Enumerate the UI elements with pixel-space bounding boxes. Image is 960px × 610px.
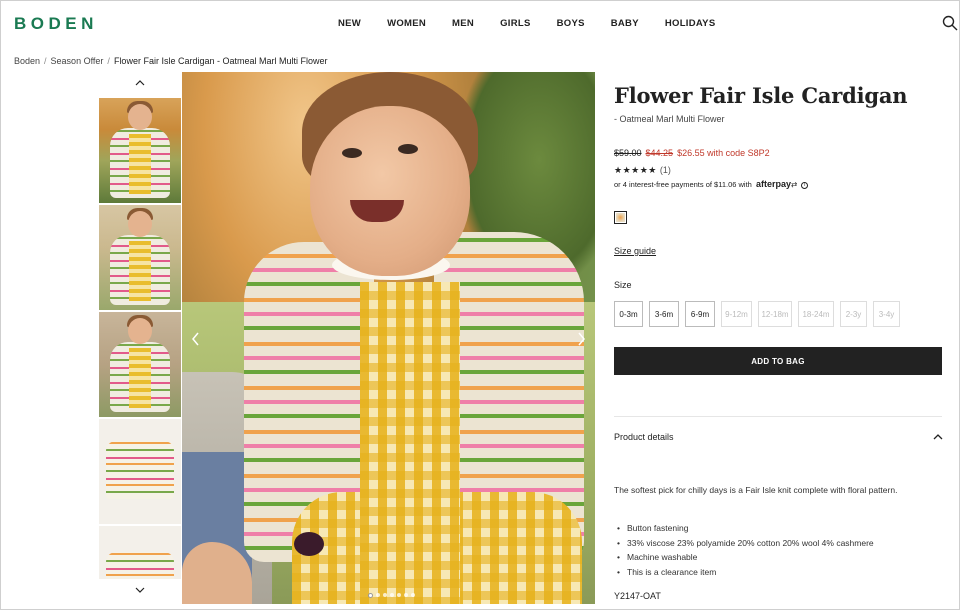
afterpay-arrows-icon: ⇄ — [790, 180, 798, 189]
pagination-dot[interactable] — [376, 593, 380, 597]
size-option-6-9m[interactable]: 6-9m — [685, 301, 715, 327]
product-color-name: - Oatmeal Marl Multi Flower — [614, 114, 725, 124]
size-option-3-6m[interactable]: 3-6m — [649, 301, 679, 327]
rating-stars: ★★★★★ — [614, 165, 657, 175]
thumbnail-scroll-up-icon[interactable] — [134, 78, 146, 88]
product-code: Y2147-OAT — [614, 591, 661, 601]
size-option-12-18m[interactable]: 12-18m — [758, 301, 792, 327]
pagination-dot[interactable] — [397, 593, 401, 597]
boden-logo[interactable]: BODEN — [14, 14, 98, 34]
breadcrumb-separator: / — [107, 56, 110, 66]
afterpay-row: or 4 interest-free payments of $11.06 wi… — [614, 179, 809, 189]
product-description: The softest pick for chilly days is a Fa… — [614, 485, 898, 495]
site-header: BODEN NEW WOMEN MEN GIRLS BOYS BABY HOLI… — [1, 1, 960, 45]
pagination-dot[interactable] — [383, 593, 387, 597]
nav-item-holidays[interactable]: HOLIDAYS — [665, 18, 716, 29]
breadcrumb-link-boden[interactable]: Boden — [14, 56, 40, 66]
size-option-9-12m[interactable]: 9-12m — [721, 301, 752, 327]
next-image-arrow-icon[interactable] — [575, 331, 587, 347]
afterpay-text: or 4 interest-free payments of $11.06 wi… — [614, 180, 752, 189]
main-product-image[interactable] — [182, 72, 595, 604]
size-label: Size — [614, 280, 632, 290]
sale-price: $26.55 with code S8P2 — [677, 148, 770, 158]
review-count[interactable]: (1) — [660, 165, 671, 175]
price-row: $59.00 $44.25 $26.55 with code S8P2 — [614, 148, 770, 158]
info-icon[interactable]: i — [801, 181, 809, 189]
thumbnail-image[interactable] — [99, 205, 181, 310]
color-swatch[interactable] — [614, 211, 627, 224]
pagination-dot[interactable] — [368, 592, 373, 598]
feature-item: Machine washable — [617, 552, 874, 567]
main-nav: NEW WOMEN MEN GIRLS BOYS BABY HOLIDAYS — [338, 18, 741, 29]
nav-item-boys[interactable]: BOYS — [557, 18, 585, 29]
rating-row[interactable]: ★★★★★ (1) — [614, 165, 671, 176]
size-option-2-3y[interactable]: 2-3y — [840, 301, 867, 327]
nav-item-girls[interactable]: GIRLS — [500, 18, 531, 29]
product-features-list: Button fastening 33% viscose 23% polyami… — [617, 523, 874, 582]
size-selector: 0-3m 3-6m 6-9m 9-12m 12-18m 18-24m 2-3y … — [614, 301, 906, 327]
nav-item-new[interactable]: NEW — [338, 18, 361, 29]
afterpay-logo: afterpay — [755, 179, 791, 189]
size-option-3-4y[interactable]: 3-4y — [873, 301, 900, 327]
feature-item: This is a clearance item — [617, 567, 874, 582]
thumbnail-image[interactable] — [99, 98, 181, 203]
previous-image-arrow-icon[interactable] — [190, 331, 202, 347]
product-title: Flower Fair Isle Cardigan — [614, 83, 908, 108]
breadcrumb-current: Flower Fair Isle Cardigan - Oatmeal Marl… — [113, 56, 328, 66]
thumbnail-list — [99, 98, 181, 579]
nav-item-women[interactable]: WOMEN — [387, 18, 426, 29]
nav-item-men[interactable]: MEN — [452, 18, 474, 29]
thumbnail-scroll-down-icon[interactable] — [134, 585, 146, 595]
original-price: $59.00 — [614, 148, 642, 158]
was-price: $44.25 — [645, 148, 674, 158]
nav-item-baby[interactable]: BABY — [611, 18, 639, 29]
thumbnail-image[interactable] — [99, 312, 181, 417]
pagination-dot[interactable] — [411, 593, 415, 597]
thumbnail-image[interactable] — [99, 419, 181, 524]
add-to-bag-button[interactable]: ADD TO BAG — [614, 347, 942, 375]
product-details-toggle[interactable]: Product details — [614, 432, 674, 442]
breadcrumb: Boden / Season Offer / Flower Fair Isle Card… — [14, 56, 328, 66]
pagination-dot[interactable] — [404, 593, 408, 597]
size-guide-link[interactable]: Size guide — [614, 246, 656, 256]
size-option-0-3m[interactable]: 0-3m — [614, 301, 643, 327]
size-option-18-24m[interactable]: 18-24m — [798, 301, 834, 327]
chevron-up-icon[interactable] — [933, 433, 943, 441]
divider — [614, 416, 942, 417]
feature-item: Button fastening — [617, 523, 874, 538]
pagination-dot[interactable] — [390, 593, 394, 597]
breadcrumb-separator: / — [44, 56, 47, 66]
thumbnail-image[interactable] — [99, 526, 181, 579]
search-icon[interactable] — [942, 15, 958, 31]
feature-item: 33% viscose 23% polyamide 20% cotton 20%… — [617, 538, 874, 553]
breadcrumb-link-season-offer[interactable]: Season Offer — [51, 56, 104, 66]
image-pagination-dots — [368, 592, 415, 598]
